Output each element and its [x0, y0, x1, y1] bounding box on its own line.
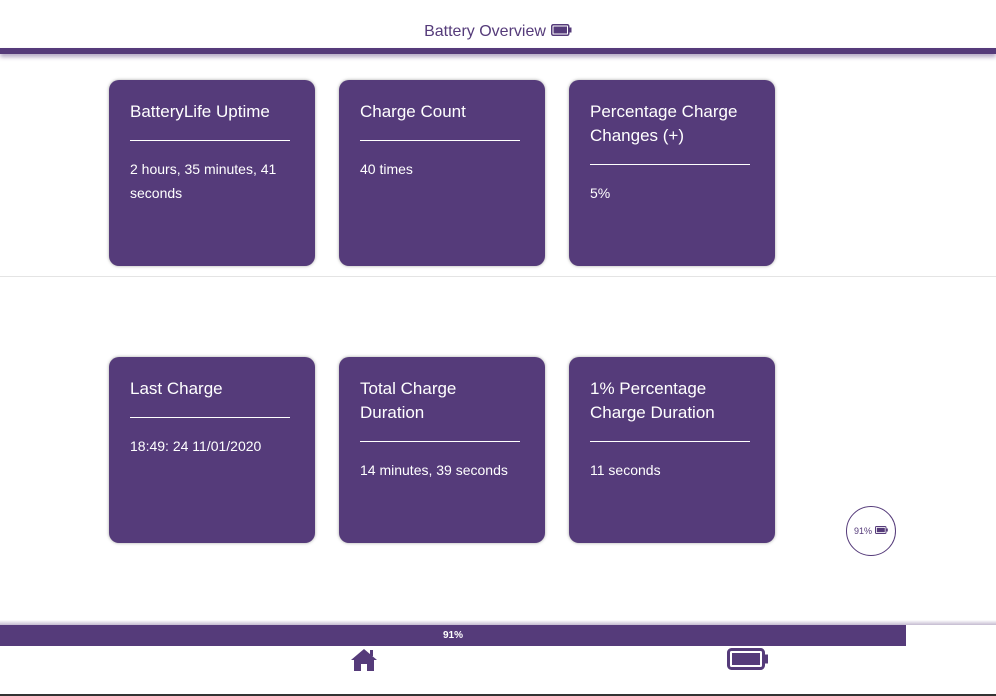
badge-label: 91%: [853, 526, 872, 536]
home-icon[interactable]: [350, 648, 378, 672]
battery-level-badge[interactable]: 91%: [846, 506, 896, 556]
stat-card-one-percent-charge-duration: 1% Percentage Charge Duration 11 seconds: [569, 357, 775, 543]
card-title: Total Charge Duration: [360, 377, 520, 442]
card-title: Last Charge: [130, 377, 290, 418]
battery-icon: [550, 23, 572, 41]
card-title: Charge Count: [360, 100, 520, 141]
battery-progress-bar: 91%: [0, 625, 996, 646]
card-value: 11 seconds: [590, 462, 661, 478]
battery-icon: [875, 526, 888, 536]
header: Battery Overview: [0, 0, 996, 48]
stat-card-charge-count: Charge Count 40 times: [339, 80, 545, 266]
battery-progress-label: 91%: [442, 630, 463, 641]
card-value: 5%: [590, 185, 611, 201]
battery-icon[interactable]: [727, 648, 769, 670]
header-accent-bar: [0, 48, 996, 54]
card-value: 14 minutes, 39 seconds: [360, 462, 508, 478]
stat-card-batterylife-uptime: BatteryLife Uptime 2 hours, 35 minutes, …: [109, 80, 315, 266]
header-title-wrap: Battery Overview: [0, 0, 996, 48]
card-title: BatteryLife Uptime: [130, 100, 290, 141]
bottom-nav: [0, 646, 996, 694]
card-value: 40 times: [360, 161, 413, 177]
card-value: 18:49: 24 11/01/2020: [130, 438, 262, 454]
section-divider: [0, 276, 996, 277]
stat-card-total-charge-duration: Total Charge Duration 14 minutes, 39 sec…: [339, 357, 545, 543]
card-title: Percentage Charge Changes (+): [590, 100, 750, 165]
card-title: 1% Percentage Charge Duration: [590, 377, 750, 442]
stat-card-percentage-charge-changes: Percentage Charge Changes (+) 5%: [569, 80, 775, 266]
page-title: Battery Overview: [424, 22, 546, 40]
stat-card-last-charge: Last Charge 18:49: 24 11/01/2020: [109, 357, 315, 543]
card-value: 2 hours, 35 minutes, 41 seconds: [130, 161, 277, 201]
